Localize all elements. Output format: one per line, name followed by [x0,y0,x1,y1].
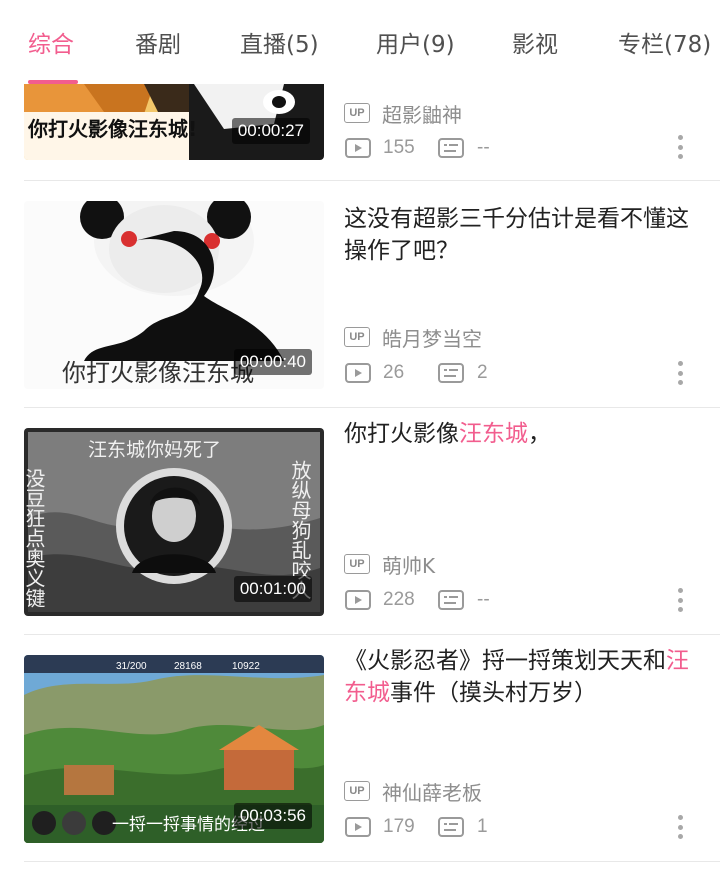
video-list-item[interactable]: 你打火影像汪东城! 00:00:27 UP 超影鼬神 155 -- [0,84,720,181]
more-vertical-icon[interactable] [668,358,692,388]
tab-articles[interactable]: 专栏(78) [618,28,711,62]
video-thumbnail[interactable]: 汪东城你妈死了 没豆狂点奥义键 放纵母狗乱咬人 00:01:00 [24,428,324,616]
title-text: 事件（摸头村万岁） [390,680,597,706]
tab-users[interactable]: 用户(9) [376,28,455,62]
video-duration: 00:03:56 [233,803,312,829]
more-vertical-icon[interactable] [668,585,692,615]
list-divider [24,861,720,862]
up-badge: UP [344,554,370,574]
video-thumbnail[interactable]: 你打火影像汪东城! 00:00:27 [24,84,324,160]
title-keyword-highlight: 汪东城 [459,421,528,447]
search-tab-bar: 综合 番剧 直播(5) 用户(9) 影视 专栏(78) [0,0,720,84]
title-text: 这没有超影三千分估计是看不懂这操作了吧？ [344,206,689,264]
title-text: ， [528,421,551,447]
uploader-row[interactable]: UP 神仙薛老板 [344,778,482,805]
video-stats: 228 -- [344,587,490,613]
video-duration: 00:00:27 [231,118,310,144]
video-title[interactable]: 《火影忍者》捋一捋策划天天和汪东城事件（摸头村万岁） [344,645,699,709]
video-list-item[interactable]: 31/200 28168 10922 一捋一捋事情的经过 00:03:56 《火… [0,635,720,862]
hud-value: 31/200 [116,661,147,672]
video-title[interactable]: 这没有超影三千分估计是看不懂这操作了吧？ [344,203,699,267]
play-count-icon [344,589,372,611]
thumbnail-caption: 汪东城你妈死了 [88,439,221,461]
uploader-row[interactable]: UP 萌帅K [344,551,436,578]
tab-live[interactable]: 直播(5) [240,28,319,62]
active-tab-indicator [28,80,78,84]
up-badge: UP [344,327,370,347]
danmaku-count-icon [437,137,465,159]
up-badge: UP [344,103,370,123]
danmaku-count: 1 [477,816,488,837]
tab-bangumi[interactable]: 番剧 [135,28,181,62]
play-count: 26 [383,362,405,383]
video-list-item[interactable]: 你打火影像汪东城 00:00:40 这没有超影三千分估计是看不懂这操作了吧？ U… [0,181,720,408]
title-text: 《火影忍者》捋一捋策划天天和 [344,648,666,674]
danmaku-count-icon [437,362,465,384]
hud-value: 10922 [232,661,260,672]
danmaku-count-icon [437,816,465,838]
danmaku-count: -- [477,589,490,610]
thumbnail-side-text-left: 没豆狂点奥义键 [24,468,46,608]
uploader-name: 超影鼬神 [382,102,462,127]
thumbnail-caption: 你打火影像汪东城 [62,359,254,387]
play-count-icon [344,137,372,159]
video-list-item[interactable]: 汪东城你妈死了 没豆狂点奥义键 放纵母狗乱咬人 00:01:00 你打火影像汪东… [0,408,720,635]
video-duration: 00:00:40 [233,349,312,375]
video-stats: 155 -- [344,135,490,161]
up-badge: UP [344,781,370,801]
uploader-name: 皓月梦当空 [382,326,482,351]
thumbnail-caption: 你打火影像汪东城! [27,117,197,141]
uploader-row[interactable]: UP 皓月梦当空 [344,324,482,351]
play-count-icon [344,362,372,384]
uploader-name: 神仙薛老板 [382,780,482,805]
uploader-row[interactable]: UP 超影鼬神 [344,100,462,127]
video-stats: 26 2 [344,360,488,386]
tab-all[interactable]: 综合 [28,28,74,62]
hud-value: 28168 [174,661,202,672]
danmaku-count-icon [437,589,465,611]
more-vertical-icon[interactable] [668,812,692,842]
video-thumbnail[interactable]: 你打火影像汪东城 00:00:40 [24,201,324,389]
video-duration: 00:01:00 [233,576,312,602]
play-count: 228 [383,589,415,610]
play-count-icon [344,816,372,838]
uploader-name: 萌帅K [382,553,436,578]
tab-movies[interactable]: 影视 [512,28,558,62]
video-stats: 179 1 [344,814,488,840]
play-count: 155 [383,137,415,158]
danmaku-count: -- [477,137,490,158]
video-thumbnail[interactable]: 31/200 28168 10922 一捋一捋事情的经过 00:03:56 [24,655,324,843]
danmaku-count: 2 [477,362,488,383]
title-text: 你打火影像 [344,421,459,447]
play-count: 179 [383,816,415,837]
more-vertical-icon[interactable] [668,132,692,162]
video-title[interactable]: 你打火影像汪东城， [344,418,699,450]
